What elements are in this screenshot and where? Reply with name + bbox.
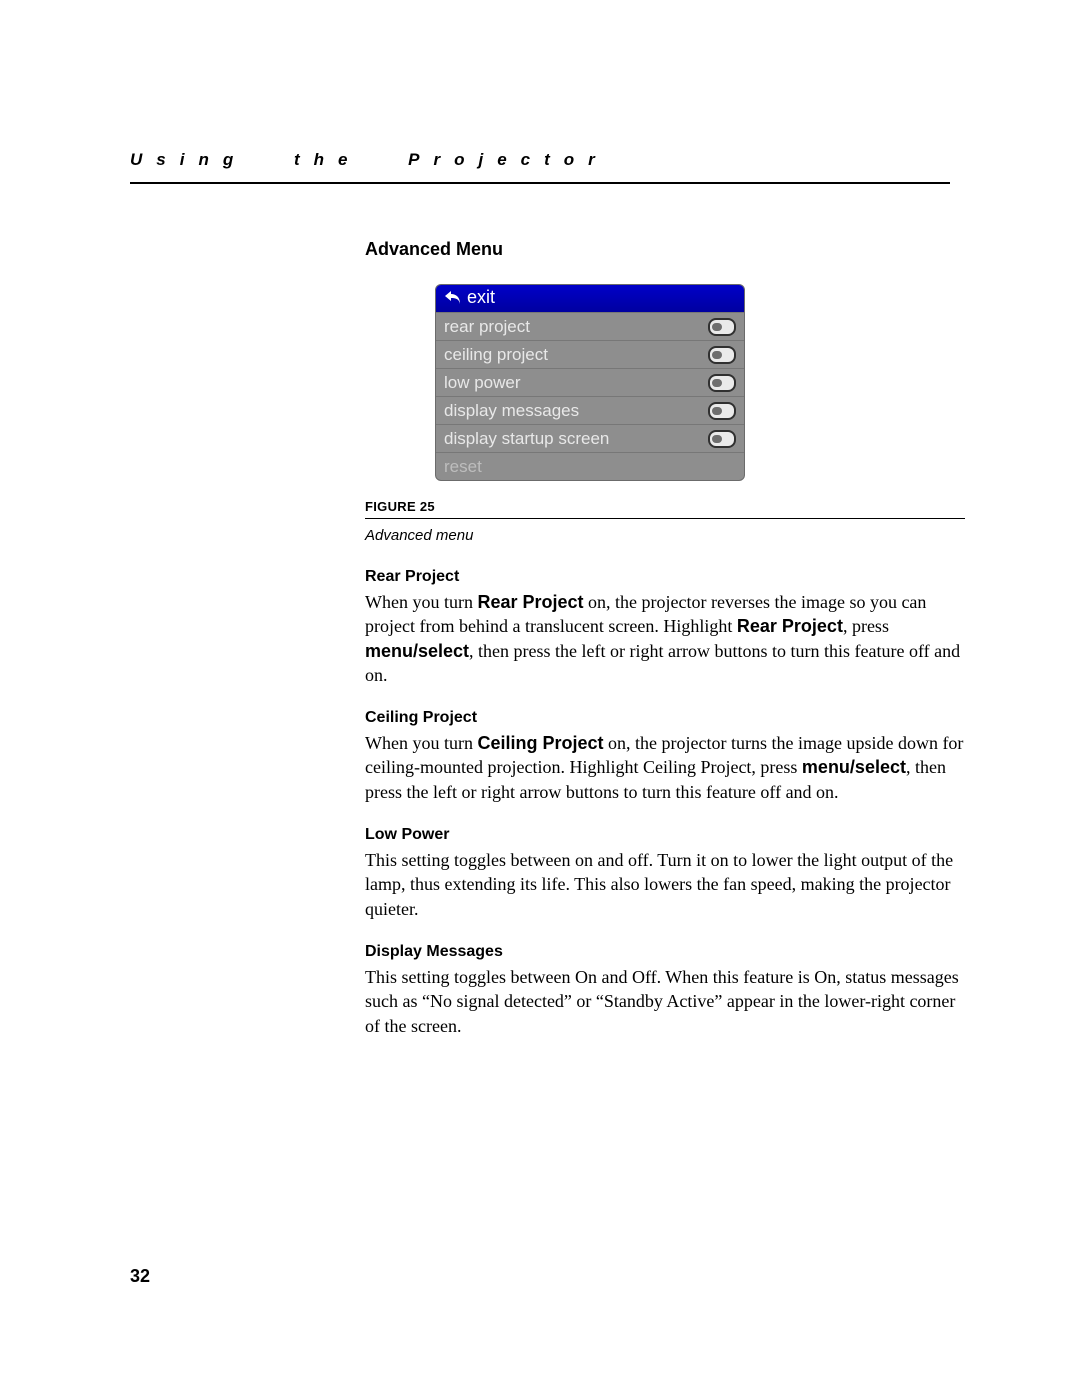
figure-label: Figure 25	[365, 499, 965, 519]
toggle-icon	[708, 318, 736, 336]
paragraph-low-power: This setting toggles between on and off.…	[365, 848, 965, 921]
heading-low-power: Low Power	[365, 826, 965, 844]
paragraph-display-messages: This setting toggles between On and Off.…	[365, 965, 965, 1038]
body-column: Advanced Menu exit rear project ceilin	[365, 239, 965, 1038]
page-number: 32	[130, 1266, 150, 1287]
toggle-icon	[708, 430, 736, 448]
menu-item-reset[interactable]: reset	[436, 452, 744, 480]
menu-item-low-power[interactable]: low power	[436, 368, 744, 396]
advanced-menu-screenshot: exit rear project ceiling project low po…	[435, 284, 745, 481]
paragraph-rear-project: When you turn Rear Project on, the proje…	[365, 590, 965, 687]
menu-item-label: exit	[467, 287, 495, 307]
figure-caption: Advanced menu	[365, 527, 965, 544]
menu-item-label: reset	[444, 457, 482, 477]
toggle-icon	[708, 374, 736, 392]
menu-item-ceiling-project[interactable]: ceiling project	[436, 340, 744, 368]
page: Using the Projector Advanced Menu exit r…	[0, 0, 1080, 1397]
back-arrow-icon	[444, 289, 462, 310]
menu-item-display-startup-screen[interactable]: display startup screen	[436, 424, 744, 452]
menu-item-label: display startup screen	[444, 429, 609, 449]
menu-item-display-messages[interactable]: display messages	[436, 396, 744, 424]
toggle-icon	[708, 402, 736, 420]
menu-item-label: low power	[444, 373, 521, 393]
menu-item-label: ceiling project	[444, 345, 548, 365]
toggle-icon	[708, 346, 736, 364]
menu-item-exit[interactable]: exit	[436, 285, 744, 312]
heading-ceiling-project: Ceiling Project	[365, 709, 965, 727]
menu-item-rear-project[interactable]: rear project	[436, 312, 744, 340]
paragraph-ceiling-project: When you turn Ceiling Project on, the pr…	[365, 731, 965, 804]
menu-item-label: rear project	[444, 317, 530, 337]
menu-item-label: display messages	[444, 401, 579, 421]
heading-display-messages: Display Messages	[365, 943, 965, 961]
section-title: Advanced Menu	[365, 239, 965, 260]
heading-rear-project: Rear Project	[365, 568, 965, 586]
running-head: Using the Projector	[130, 150, 950, 184]
